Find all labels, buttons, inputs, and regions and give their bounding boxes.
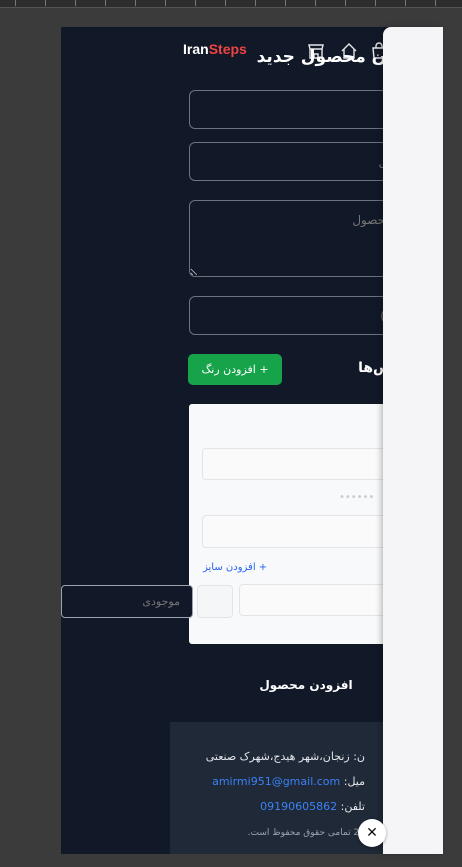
- footer-address: ن: زنجان،شهر هیدج،شهرک صنعتی: [205, 750, 365, 763]
- image-upload-field[interactable]: [202, 515, 391, 548]
- product-description-textarea[interactable]: [189, 200, 391, 277]
- product-name-input[interactable]: [189, 90, 391, 129]
- footer-phone-value[interactable]: 09190605862: [260, 800, 337, 813]
- stock-input[interactable]: [61, 585, 193, 618]
- stock-side-field[interactable]: [197, 585, 233, 618]
- submit-button[interactable]: افزودن محصول: [251, 674, 361, 696]
- side-panel: [383, 27, 443, 854]
- brand-part-1: Iran: [183, 41, 209, 57]
- product-brand-input[interactable]: [189, 142, 391, 181]
- add-color-button[interactable]: + افزودن رنگ: [188, 354, 282, 385]
- footer-phone-label: تلفن:: [340, 800, 365, 813]
- app-viewport: IranSteps افزودن محصول جدید دی و عکس‌ها …: [61, 27, 391, 854]
- colors-section-label: دی و عکس‌ها: [358, 360, 391, 376]
- footer-email-value[interactable]: amirmi951@gmail.com: [212, 775, 340, 788]
- card-faded-text: ••••••: [339, 492, 375, 503]
- color-name-field[interactable]: [202, 448, 391, 480]
- size-field[interactable]: [239, 584, 391, 616]
- footer-phone: تلفن: 09190605862: [260, 800, 365, 813]
- close-button[interactable]: ✕: [358, 819, 386, 847]
- product-price-input[interactable]: [189, 296, 391, 335]
- footer-email: میل: amirmi951@gmail.com: [212, 775, 365, 788]
- add-size-link[interactable]: + افزودن سایز: [203, 562, 267, 573]
- top-ruler: [0, 0, 462, 8]
- footer-email-label: میل:: [343, 775, 365, 788]
- footer-copyright: 20 تمامی حقوق محفوظ است.: [247, 828, 365, 838]
- page-title: افزودن محصول جدید: [256, 47, 391, 67]
